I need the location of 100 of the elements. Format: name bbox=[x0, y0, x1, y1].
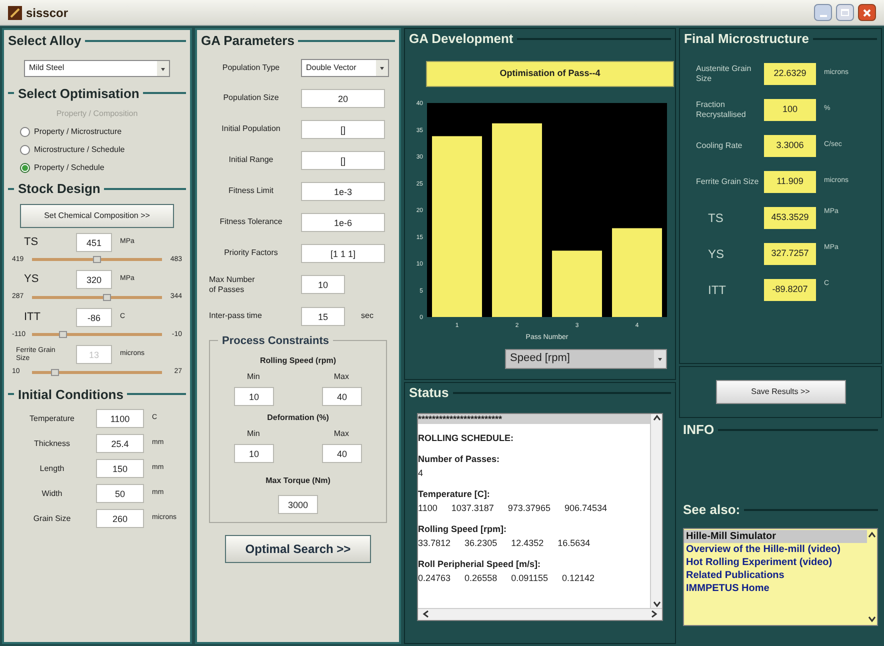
section-title: Final Microstructure bbox=[684, 30, 809, 48]
input-field[interactable]: 25.4 bbox=[96, 434, 144, 453]
population-type-dropdown[interactable]: Double Vector bbox=[301, 58, 389, 76]
radio-label[interactable]: Property / Microstructure bbox=[34, 126, 122, 138]
input-field[interactable]: [] bbox=[301, 120, 385, 138]
field-label: Grain Size bbox=[32, 512, 72, 524]
link-item[interactable]: Related Publications bbox=[684, 568, 867, 582]
radio-button[interactable] bbox=[20, 127, 30, 137]
result-label: YS bbox=[707, 246, 726, 262]
status-value: 1100 bbox=[418, 502, 438, 514]
optimal-search-button[interactable]: Optimal Search >> bbox=[225, 535, 371, 563]
slider[interactable] bbox=[32, 258, 162, 262]
scroll-up-icon bbox=[652, 414, 660, 422]
result-label: ITT bbox=[707, 282, 727, 298]
field-label: Population Type bbox=[221, 62, 281, 74]
slider-thumb[interactable] bbox=[103, 294, 112, 301]
close-button[interactable] bbox=[858, 4, 876, 21]
link-item[interactable]: IMMPETUS Home bbox=[684, 582, 867, 594]
close-icon bbox=[863, 8, 871, 16]
field-label: Initial Population bbox=[220, 123, 282, 135]
status-value: 1037.3187 bbox=[451, 502, 494, 514]
status-value: 0.091155 bbox=[511, 572, 548, 584]
radio-button[interactable] bbox=[20, 145, 30, 155]
result-label: Fraction Recrystallised bbox=[695, 100, 747, 120]
status-value: 0.26558 bbox=[464, 572, 498, 584]
status-heading: Rolling Speed [rpm]: bbox=[418, 523, 508, 536]
input-field[interactable]: 10 bbox=[234, 387, 274, 406]
result-label: TS bbox=[707, 210, 724, 226]
status-heading: ROLLING SCHEDULE: bbox=[418, 432, 514, 444]
input-field[interactable]: 451 bbox=[76, 232, 112, 252]
input-field[interactable]: 260 bbox=[96, 509, 144, 528]
result-value: 100 bbox=[764, 98, 816, 120]
field-label: Priority Factors bbox=[223, 247, 279, 259]
input-field[interactable]: 1100 bbox=[96, 409, 144, 428]
result-value: 3.3006 bbox=[764, 134, 816, 156]
input-field[interactable]: 3000 bbox=[278, 495, 318, 514]
input-field[interactable]: -86 bbox=[76, 308, 112, 326]
input-field[interactable]: 1e-3 bbox=[301, 182, 385, 200]
radio-button[interactable] bbox=[20, 163, 30, 173]
status-value: 4 bbox=[418, 466, 424, 480]
min-label: Min bbox=[246, 428, 260, 440]
field-label: Width bbox=[40, 488, 64, 500]
input-field[interactable]: 15 bbox=[301, 306, 345, 326]
status-value: 36.2305 bbox=[464, 536, 498, 550]
field-label: Initial Range bbox=[228, 154, 274, 166]
maximize-button[interactable] bbox=[836, 4, 854, 21]
result-value: -89.8207 bbox=[764, 278, 816, 300]
window-title: sisscor bbox=[26, 4, 68, 22]
horizontal-scrollbar[interactable] bbox=[418, 608, 662, 620]
section-title: See also: bbox=[683, 501, 740, 519]
input-field[interactable]: 150 bbox=[96, 459, 144, 478]
input-field[interactable]: 1e-6 bbox=[301, 212, 385, 232]
field-label: Fitness Limit bbox=[228, 185, 274, 197]
property-label: YS bbox=[23, 272, 40, 288]
min-label: Min bbox=[246, 371, 260, 383]
input-field[interactable]: 40 bbox=[322, 444, 362, 463]
slider-thumb[interactable] bbox=[93, 256, 101, 264]
unit-label: sec bbox=[361, 310, 374, 322]
input-field[interactable]: [1 1 1] bbox=[301, 244, 385, 262]
radio-label[interactable]: Property / Schedule bbox=[34, 162, 104, 174]
slider[interactable] bbox=[32, 370, 162, 374]
input-field[interactable]: 40 bbox=[322, 387, 362, 406]
slider-thumb[interactable] bbox=[59, 331, 68, 338]
input-field[interactable]: 20 bbox=[301, 88, 385, 108]
result-value: 327.7257 bbox=[764, 242, 816, 264]
status-value: 12.4352 bbox=[511, 536, 544, 550]
field-label: Length bbox=[38, 462, 66, 474]
scroll-down-icon bbox=[652, 600, 660, 608]
scroll-down-icon bbox=[868, 614, 876, 622]
save-results-button[interactable]: Save Results >> bbox=[716, 380, 846, 404]
property-label: TS bbox=[23, 234, 40, 250]
set-composition-button[interactable]: Set Chemical Composition >> bbox=[20, 204, 174, 228]
link-item[interactable]: Hille-Mill Simulator bbox=[684, 530, 867, 542]
result-label: Ferrite Grain Size bbox=[695, 176, 760, 186]
alloy-dropdown[interactable]: Mild Steel bbox=[24, 60, 170, 76]
radio-label[interactable]: Microstructure / Schedule bbox=[34, 144, 125, 156]
field-label: Population Size bbox=[222, 92, 280, 104]
app-icon bbox=[8, 6, 22, 20]
status-value: 33.7812 bbox=[418, 536, 451, 550]
input-field[interactable]: 50 bbox=[96, 484, 144, 503]
chart-title: Optimisation of Pass--4 bbox=[426, 60, 674, 86]
section-title: Initial Conditions bbox=[18, 386, 124, 404]
scroll-right-icon bbox=[650, 610, 658, 618]
link-item[interactable]: Hot Rolling Experiment (video) bbox=[684, 556, 867, 568]
slider[interactable] bbox=[32, 333, 162, 336]
constraint-title: Rolling Speed (rpm) bbox=[260, 355, 336, 367]
vertical-scrollbar[interactable] bbox=[650, 414, 662, 608]
input-field[interactable]: [] bbox=[301, 150, 385, 170]
link-item[interactable]: Overview of the Hille-mill (video) bbox=[684, 542, 867, 556]
status-value: 973.37965 bbox=[508, 502, 550, 514]
status-value: 0.12142 bbox=[562, 572, 595, 584]
result-label: Austenite Grain Size bbox=[695, 64, 752, 84]
slider[interactable] bbox=[32, 296, 162, 299]
minimize-button[interactable] bbox=[814, 4, 832, 21]
status-value: 16.5634 bbox=[558, 536, 590, 550]
status-heading: Temperature [C]: bbox=[418, 488, 491, 501]
input-field[interactable]: 10 bbox=[301, 275, 345, 294]
input-field[interactable]: 10 bbox=[234, 444, 274, 463]
input-field[interactable]: 320 bbox=[76, 270, 112, 289]
variable-dropdown[interactable]: Speed [rpm] bbox=[505, 348, 667, 368]
